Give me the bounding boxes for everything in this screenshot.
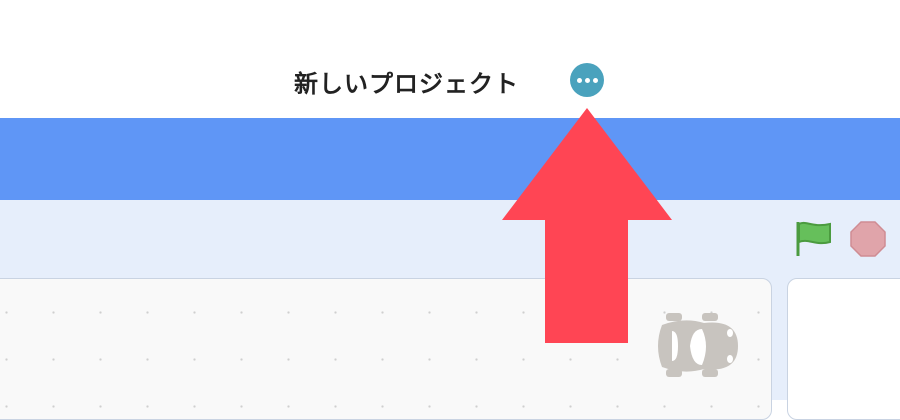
annotation-arrow xyxy=(502,108,672,343)
